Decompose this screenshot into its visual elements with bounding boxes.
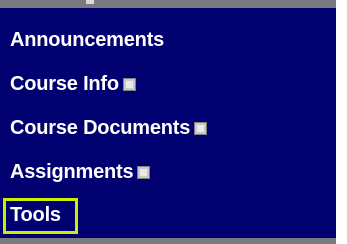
menu-item-course-documents[interactable]: Course Documents [0,106,336,150]
menu-item-label: Course Info [10,73,119,95]
cropped-text-fragment [86,0,94,4]
menu-bottom-strip [0,238,336,244]
menu-item-announcements[interactable]: Announcements [0,18,336,62]
course-menu: Announcements Course Info Course Documen… [0,0,336,244]
context-menu-icon[interactable] [122,77,136,91]
context-menu-icon[interactable] [137,165,151,179]
menu-item-label: Announcements [10,29,165,51]
menu-item-assignments[interactable]: Assignments [0,150,336,194]
menu-top-strip [0,0,336,8]
menu-item-course-info[interactable]: Course Info [0,62,336,106]
context-menu-icon[interactable] [194,121,208,135]
menu-item-label: Assignments [10,161,134,183]
menu-item-label: Tools [3,198,78,234]
menu-item-tools[interactable]: Tools [0,194,336,238]
menu-item-label: Course Documents [10,117,191,139]
